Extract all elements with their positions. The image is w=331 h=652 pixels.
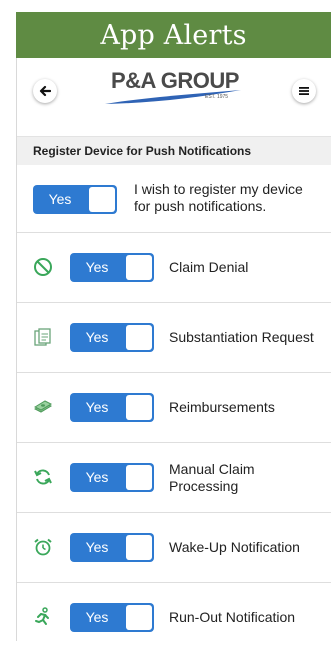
manual-claim-processing-toggle[interactable]: Yes	[70, 463, 154, 492]
money-icon	[33, 400, 53, 413]
alert-label: Reimbursements	[169, 399, 275, 415]
section-title: Register Device for Push Notifications	[33, 144, 252, 158]
logo-swoosh	[105, 90, 241, 104]
logo-established: EST. 1975	[205, 94, 229, 100]
company-logo: P&A GROUP EST. 1975	[101, 68, 249, 112]
refresh-icon	[34, 469, 52, 485]
run-out-notification-toggle[interactable]: Yes	[70, 603, 154, 632]
register-row: Yes I wish to register my device for pus…	[17, 164, 331, 233]
alert-label: Manual Claim Processing	[169, 461, 255, 494]
menu-icon	[299, 87, 309, 95]
alert-label: Wake-Up Notification	[169, 539, 300, 555]
documents-icon	[34, 328, 51, 346]
menu-button[interactable]	[292, 79, 316, 103]
title-bar: App Alerts	[16, 12, 331, 58]
toggle-knob	[126, 325, 152, 350]
toggle-knob	[126, 395, 152, 420]
runner-icon	[35, 607, 49, 625]
toggle-label: Yes	[85, 539, 109, 555]
alert-row-wake-up-notification: Yes Wake-Up Notification	[17, 513, 331, 583]
toggle-label: Yes	[85, 609, 109, 625]
alert-row-substantiation-request: Yes Substantiation Request	[17, 303, 331, 373]
toggle-knob	[126, 255, 152, 280]
alert-row-reimbursements: Yes Reimbursements	[17, 373, 331, 443]
alert-label: Run-Out Notification	[169, 609, 296, 625]
alert-row-claim-denial: Yes Claim Denial	[17, 233, 331, 303]
app-title: App Alerts	[100, 19, 247, 51]
toggle-label: Yes	[85, 399, 109, 415]
toggle-knob	[89, 187, 115, 212]
nav-bar: P&A GROUP EST. 1975	[17, 58, 331, 126]
arrow-left-icon	[39, 85, 51, 97]
reimbursements-toggle[interactable]: Yes	[70, 393, 154, 422]
app-frame: App Alerts P&A GROUP EST. 1975 Register …	[0, 0, 331, 641]
alarm-clock-icon	[34, 538, 52, 556]
claim-denial-toggle[interactable]: Yes	[70, 253, 154, 282]
substantiation-request-toggle[interactable]: Yes	[70, 323, 154, 352]
toggle-label: Yes	[85, 469, 109, 485]
toggle-knob	[126, 605, 152, 630]
toggle-knob	[126, 535, 152, 560]
alert-row-manual-claim-processing: Yes Manual Claim Processing	[17, 443, 331, 513]
alert-row-run-out-notification: Yes Run-Out Notification	[17, 583, 331, 652]
register-toggle[interactable]: Yes	[33, 185, 117, 214]
content-panel: P&A GROUP EST. 1975 Register Device for …	[16, 58, 331, 641]
alert-label: Substantiation Request	[169, 329, 314, 345]
register-text: I wish to register my device for push no…	[134, 181, 303, 214]
wake-up-notification-toggle[interactable]: Yes	[70, 533, 154, 562]
back-button[interactable]	[33, 79, 57, 103]
no-entry-icon	[34, 258, 52, 276]
alert-label: Claim Denial	[169, 259, 249, 275]
toggle-label: Yes	[85, 329, 109, 345]
toggle-label: Yes	[48, 191, 72, 207]
section-header: Register Device for Push Notifications	[17, 136, 331, 165]
toggle-label: Yes	[85, 259, 109, 275]
toggle-knob	[126, 465, 152, 490]
